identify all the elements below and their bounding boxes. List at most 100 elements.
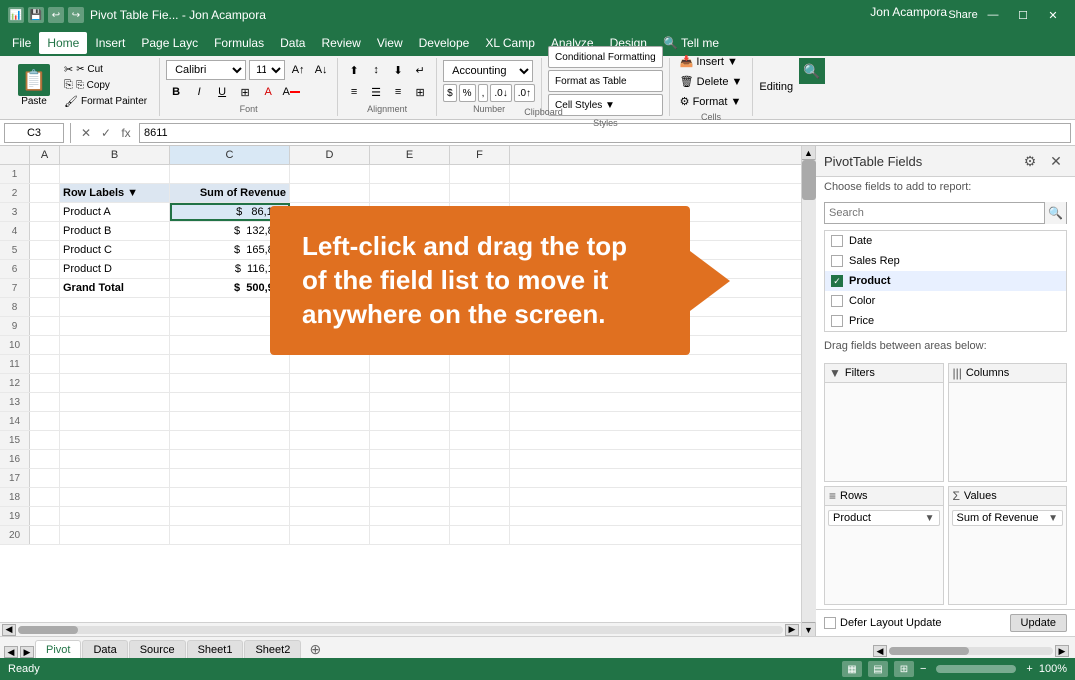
tab-hscroll-left[interactable]: ◀ — [873, 645, 887, 657]
cell-c12[interactable] — [170, 374, 290, 392]
tab-hscroll-right[interactable]: ▶ — [1055, 645, 1069, 657]
cell-b15[interactable] — [60, 431, 170, 449]
format-as-table-button[interactable]: Format as Table — [548, 70, 663, 92]
cell-b13[interactable] — [60, 393, 170, 411]
decrease-font-button[interactable]: A↓ — [311, 60, 331, 80]
copy-button[interactable]: ⎘ ⎘ Copy — [60, 78, 151, 93]
menu-insert[interactable]: Insert — [87, 32, 133, 54]
values-revenue-chip[interactable]: Sum of Revenue ▼ — [952, 510, 1064, 526]
cell-e13[interactable] — [370, 393, 450, 411]
cell-b17[interactable] — [60, 469, 170, 487]
cell-f19[interactable] — [450, 507, 510, 525]
confirm-formula-button[interactable]: ✓ — [97, 124, 115, 142]
cell-c1[interactable] — [170, 165, 290, 183]
normal-view-button[interactable]: ▦ — [842, 661, 862, 677]
cell-c11[interactable] — [170, 355, 290, 373]
increase-decimal-button[interactable]: .0↑ — [514, 84, 535, 102]
close-button[interactable]: ✕ — [1039, 5, 1067, 25]
tab-source[interactable]: Source — [129, 640, 186, 658]
cell-e12[interactable] — [370, 374, 450, 392]
cell-a17[interactable] — [30, 469, 60, 487]
cell-a19[interactable] — [30, 507, 60, 525]
page-layout-view-button[interactable]: ▤ — [868, 661, 888, 677]
vertical-scrollbar[interactable]: ▲ ▼ — [801, 146, 815, 636]
cell-d15[interactable] — [290, 431, 370, 449]
cell-f16[interactable] — [450, 450, 510, 468]
cell-a3[interactable] — [30, 203, 60, 221]
cell-f13[interactable] — [450, 393, 510, 411]
rows-product-chip[interactable]: Product ▼ — [828, 510, 940, 526]
tab-scroll-left[interactable]: ◀ — [4, 646, 18, 658]
cell-b16[interactable] — [60, 450, 170, 468]
currency-button[interactable]: $ — [443, 84, 457, 102]
decrease-decimal-button[interactable]: .0↓ — [490, 84, 511, 102]
scroll-up-arrow[interactable]: ▲ — [802, 146, 816, 160]
cell-f14[interactable] — [450, 412, 510, 430]
cell-d20[interactable] — [290, 526, 370, 544]
align-center-button[interactable]: ☰ — [366, 82, 386, 102]
pivot-close-button[interactable]: ✕ — [1045, 150, 1067, 172]
cell-a5[interactable] — [30, 241, 60, 259]
align-middle-button[interactable]: ↕ — [366, 60, 386, 80]
cell-b14[interactable] — [60, 412, 170, 430]
increase-font-button[interactable]: A↑ — [288, 60, 308, 80]
col-header-f[interactable]: F — [450, 146, 510, 164]
menu-data[interactable]: Data — [272, 32, 313, 54]
cell-f12[interactable] — [450, 374, 510, 392]
field-item-color[interactable]: Color — [825, 291, 1066, 311]
drag-area-values[interactable]: Σ Values Sum of Revenue ▼ — [948, 486, 1068, 605]
cell-f2[interactable] — [450, 184, 510, 202]
scroll-track[interactable] — [18, 626, 783, 634]
pivot-search-input[interactable] — [825, 207, 1044, 219]
cell-a11[interactable] — [30, 355, 60, 373]
cell-e11[interactable] — [370, 355, 450, 373]
menu-file[interactable]: File — [4, 32, 39, 54]
cell-c14[interactable] — [170, 412, 290, 430]
maximize-button[interactable]: ☐ — [1009, 5, 1037, 25]
field-checkbox-price[interactable] — [831, 315, 843, 327]
cell-b11[interactable] — [60, 355, 170, 373]
cell-f17[interactable] — [450, 469, 510, 487]
horizontal-scrollbar[interactable]: ◀ ▶ — [0, 622, 801, 636]
cell-e2[interactable] — [370, 184, 450, 202]
font-size-select[interactable]: 11 — [249, 60, 285, 80]
defer-checkbox[interactable] — [824, 617, 836, 629]
v-scroll-thumb[interactable] — [802, 160, 816, 200]
tab-pivot[interactable]: Pivot — [35, 640, 81, 658]
cell-a18[interactable] — [30, 488, 60, 506]
cell-f20[interactable] — [450, 526, 510, 544]
field-item-product[interactable]: ✓ Product — [825, 271, 1066, 291]
cell-c2[interactable]: Sum of Revenue — [170, 184, 290, 202]
cell-a14[interactable] — [30, 412, 60, 430]
merge-button[interactable]: ⊞ — [410, 82, 430, 102]
col-header-d[interactable]: D — [290, 146, 370, 164]
cell-b19[interactable] — [60, 507, 170, 525]
insert-function-button[interactable]: fx — [117, 124, 135, 142]
cell-d13[interactable] — [290, 393, 370, 411]
field-checkbox-date[interactable] — [831, 235, 843, 247]
delete-button[interactable]: 🗑 Delete ▼ — [676, 72, 747, 90]
cell-b6[interactable]: Product D — [60, 260, 170, 278]
wrap-text-button[interactable]: ↵ — [410, 60, 430, 80]
tab-scroll-track[interactable] — [889, 647, 1053, 655]
field-item-date[interactable]: Date — [825, 231, 1066, 251]
cell-a8[interactable] — [30, 298, 60, 316]
cell-b4[interactable]: Product B — [60, 222, 170, 240]
cell-a20[interactable] — [30, 526, 60, 544]
field-checkbox-sales-rep[interactable] — [831, 255, 843, 267]
col-header-a[interactable]: A — [30, 146, 60, 164]
align-bottom-button[interactable]: ⬇ — [388, 60, 408, 80]
update-button[interactable]: Update — [1010, 614, 1067, 632]
cell-a7[interactable] — [30, 279, 60, 297]
cell-c20[interactable] — [170, 526, 290, 544]
comma-button[interactable]: , — [478, 84, 489, 102]
scroll-down-arrow[interactable]: ▼ — [802, 622, 816, 636]
cell-c15[interactable] — [170, 431, 290, 449]
page-break-view-button[interactable]: ⊞ — [894, 661, 914, 677]
cut-button[interactable]: ✂ ✂ Cut — [60, 62, 151, 77]
align-left-button[interactable]: ≡ — [344, 82, 364, 102]
tab-data[interactable]: Data — [82, 640, 127, 658]
field-checkbox-color[interactable] — [831, 295, 843, 307]
col-header-c[interactable]: C — [170, 146, 290, 164]
cell-b9[interactable] — [60, 317, 170, 335]
